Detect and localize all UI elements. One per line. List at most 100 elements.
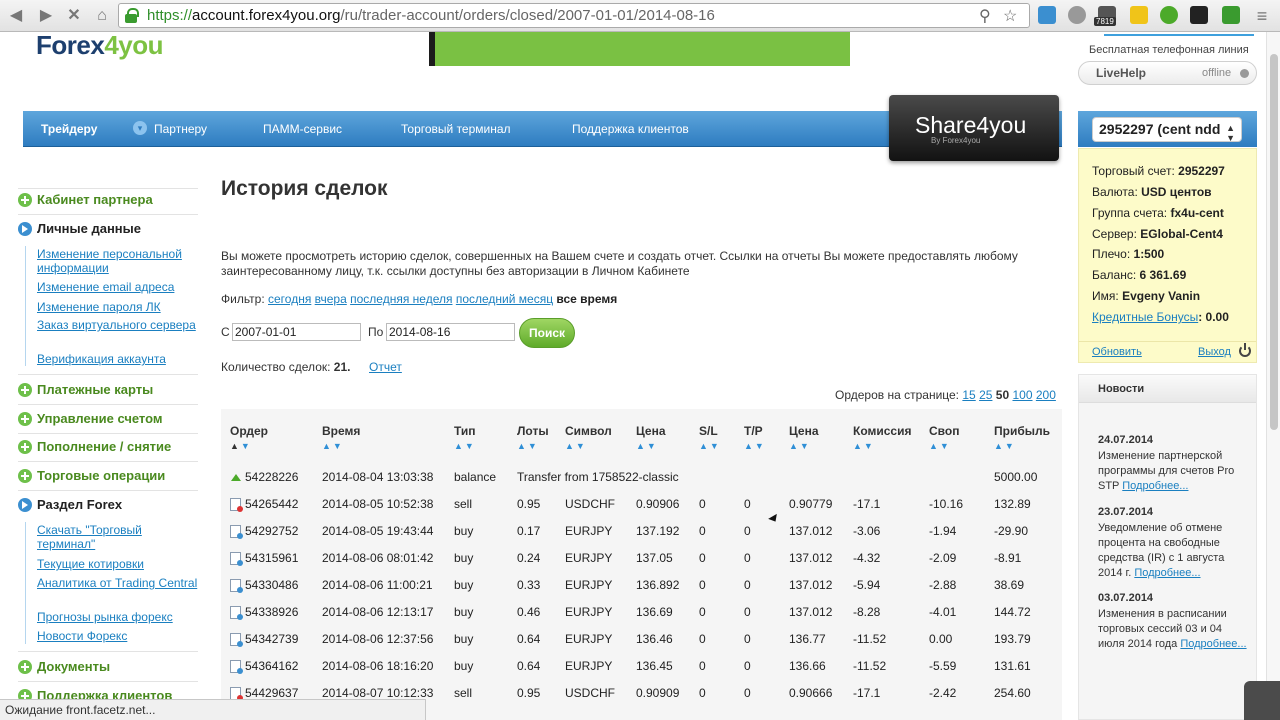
bookmark-star-icon[interactable]: ☆ bbox=[1003, 6, 1017, 26]
filter-yesterday[interactable]: вчера bbox=[315, 292, 347, 306]
sort-arrows-icon[interactable]: ▲▼ bbox=[454, 441, 476, 451]
cell-time: 2014-08-07 10:12:33 bbox=[322, 686, 434, 700]
search-button[interactable]: Поиск bbox=[519, 318, 575, 348]
cell-order[interactable]: 54330486 bbox=[245, 578, 298, 592]
sidebar-section-partner[interactable]: Кабинет партнера bbox=[18, 190, 200, 212]
site-logo[interactable]: Forex4you bbox=[36, 30, 163, 61]
sidebar-link-analytics[interactable]: Аналитика от Trading Central bbox=[37, 576, 202, 590]
news-more-link[interactable]: Подробнее... bbox=[1134, 567, 1200, 579]
filter-all-time[interactable]: все время bbox=[556, 292, 617, 306]
sidebar-link-email[interactable]: Изменение email адреса bbox=[37, 280, 202, 294]
cell-order[interactable]: 54292752 bbox=[245, 524, 298, 538]
url-scheme: https:// bbox=[147, 7, 193, 24]
sidebar-link-password[interactable]: Изменение пароля ЛК bbox=[37, 300, 202, 314]
sidebar-section-cards[interactable]: Платежные карты bbox=[18, 380, 200, 402]
per-page-50[interactable]: 50 bbox=[996, 388, 1009, 402]
to-date-input[interactable] bbox=[386, 323, 515, 341]
back-icon[interactable]: ◀ bbox=[6, 6, 26, 26]
sort-arrows-icon[interactable]: ▲▼ bbox=[636, 441, 658, 451]
cell-time: 2014-08-06 18:16:20 bbox=[322, 659, 434, 673]
column-header-lots: Лоты bbox=[517, 424, 549, 438]
stop-icon[interactable]: ✕ bbox=[64, 6, 84, 26]
nav-item-pamm[interactable]: ПАММ-сервис bbox=[263, 122, 342, 136]
sidebar-section-documents[interactable]: Документы bbox=[18, 657, 200, 679]
sort-arrows-icon[interactable]: ▲▼ bbox=[853, 441, 875, 451]
globe-extension-icon[interactable] bbox=[1068, 6, 1086, 24]
menu-icon[interactable]: ≡ bbox=[1252, 6, 1272, 26]
sort-arrows-icon[interactable]: ▲▼ bbox=[789, 441, 811, 451]
nav-item-support[interactable]: Поддержка клиентов bbox=[572, 122, 689, 136]
cell-price: 137.192 bbox=[636, 524, 680, 538]
per-page-200[interactable]: 200 bbox=[1036, 388, 1056, 402]
sort-arrows-icon[interactable]: ▲▼ bbox=[929, 441, 951, 451]
leaf-extension-icon[interactable] bbox=[1222, 6, 1240, 24]
cell-order[interactable]: 54265442 bbox=[245, 497, 298, 511]
sidebar-link-verification[interactable]: Верификация аккаунта bbox=[37, 352, 202, 366]
per-page-25[interactable]: 25 bbox=[979, 388, 992, 402]
sidebar-link-forecasts[interactable]: Прогнозы рынка форекс bbox=[37, 610, 202, 624]
sort-arrows-icon[interactable]: ▲▼ bbox=[994, 441, 1016, 451]
ad-banner[interactable] bbox=[429, 32, 850, 66]
from-date-input[interactable] bbox=[232, 323, 361, 341]
sort-arrows-icon[interactable]: ▲▼ bbox=[699, 441, 721, 451]
forward-icon[interactable]: ▶ bbox=[36, 6, 56, 26]
sort-arrows-icon[interactable]: ▲▼ bbox=[565, 441, 587, 451]
order-document-icon bbox=[230, 579, 243, 593]
refresh-link[interactable]: Обновить bbox=[1092, 346, 1142, 358]
page-scrollbar[interactable] bbox=[1266, 32, 1280, 720]
nav-item-terminal[interactable]: Торговый терминал bbox=[401, 122, 511, 136]
cell-order[interactable]: 54228226 bbox=[245, 470, 298, 484]
filter-last-month[interactable]: последний месяц bbox=[456, 292, 553, 306]
scrollbar-thumb[interactable] bbox=[1270, 54, 1278, 430]
news-more-link[interactable]: Подробнее... bbox=[1180, 638, 1246, 650]
per-page-15[interactable]: 15 bbox=[962, 388, 975, 402]
sort-arrows-icon[interactable]: ▲▼ bbox=[322, 441, 344, 451]
status-dot-icon bbox=[1240, 69, 1249, 78]
sidebar-link-download-terminal[interactable]: Скачать "Торговый терминал" bbox=[37, 523, 202, 551]
nav-item-trader[interactable]: Трейдеру bbox=[41, 122, 97, 136]
sidebar-section-account-mgmt[interactable]: Управление счетом bbox=[18, 409, 200, 431]
floating-widget-tab[interactable] bbox=[1244, 681, 1280, 720]
address-bar[interactable]: https://account.forex4you.org/ru/trader-… bbox=[118, 3, 1030, 28]
filter-last-week[interactable]: последняя неделя bbox=[350, 292, 452, 306]
nav-expand-icon[interactable]: ▾ bbox=[133, 121, 147, 135]
sidebar-section-trading[interactable]: Торговые операции bbox=[18, 466, 200, 488]
news-more-link[interactable]: Подробнее... bbox=[1122, 480, 1188, 492]
cell-order[interactable]: 54429637 bbox=[245, 686, 298, 700]
sidebar-section-forex[interactable]: Раздел Forex bbox=[18, 495, 200, 517]
notes-extension-icon[interactable] bbox=[1130, 6, 1148, 24]
sidebar-link-news[interactable]: Новости Форекс bbox=[37, 629, 202, 643]
sort-arrows-icon[interactable]: ▲▼ bbox=[744, 441, 766, 451]
puzzle-extension-icon[interactable] bbox=[1160, 6, 1178, 24]
nav-item-partner[interactable]: Партнеру bbox=[154, 122, 207, 136]
cell-order[interactable]: 54315961 bbox=[245, 551, 298, 565]
zoom-icon[interactable]: ⚲ bbox=[979, 6, 991, 26]
bonus-link[interactable]: Кредитные Бонусы bbox=[1092, 310, 1198, 324]
share4you-banner[interactable]: Share4you By Forex4you bbox=[889, 95, 1059, 161]
cell-order[interactable]: 54342739 bbox=[245, 632, 298, 646]
sidebar-link-virtual-server[interactable]: Заказ виртуального сервера bbox=[37, 318, 202, 332]
power-icon[interactable] bbox=[1239, 343, 1251, 357]
logout-link[interactable]: Выход bbox=[1198, 346, 1231, 358]
report-link[interactable]: Отчет bbox=[369, 360, 402, 374]
dark-extension-icon[interactable] bbox=[1190, 6, 1208, 24]
translate-extension-icon[interactable] bbox=[1038, 6, 1056, 24]
cell-lots: 0.95 bbox=[517, 686, 541, 700]
news-item: 23.07.2014 Уведомление об отмене процента… bbox=[1098, 505, 1248, 581]
sidebar-link-personal-info[interactable]: Изменение персональной информации bbox=[37, 247, 202, 275]
filter-today[interactable]: сегодня bbox=[268, 292, 311, 306]
livehelp-button[interactable]: LiveHelp offline bbox=[1078, 61, 1257, 85]
per-page-100[interactable]: 100 bbox=[1012, 388, 1032, 402]
order-document-icon bbox=[230, 606, 243, 620]
home-icon[interactable]: ⌂ bbox=[92, 6, 112, 26]
cell-order[interactable]: 54364162 bbox=[245, 659, 298, 673]
url-host: account.forex4you.org bbox=[192, 7, 341, 24]
cell-order[interactable]: 54338926 bbox=[245, 605, 298, 619]
sidebar-section-deposit[interactable]: Пополнение / снятие bbox=[18, 437, 200, 459]
sidebar-section-personal[interactable]: Личные данные bbox=[18, 219, 200, 241]
account-select[interactable]: 2952297 (cent ndd ▲ ▼ bbox=[1092, 117, 1242, 143]
sidebar-link-quotes[interactable]: Текущие котировки bbox=[37, 557, 202, 571]
cell-lots: 0.24 bbox=[517, 551, 541, 565]
sort-arrows-icon[interactable]: ▲▼ bbox=[230, 441, 252, 451]
sort-arrows-icon[interactable]: ▲▼ bbox=[517, 441, 539, 451]
